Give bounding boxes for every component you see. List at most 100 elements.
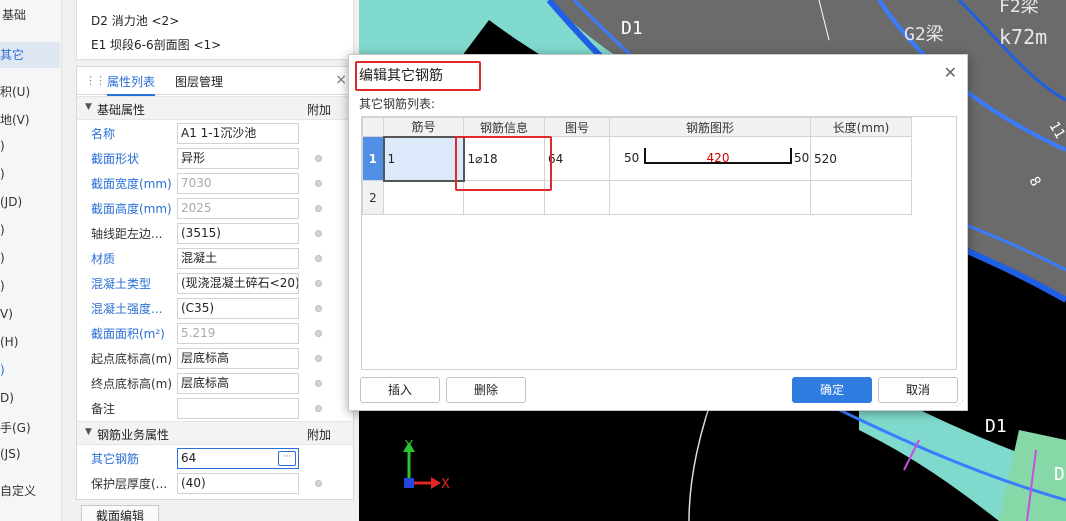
collapse-caret-icon[interactable]: ▼ (85, 102, 92, 112)
rebar-shape-cell[interactable] (609, 180, 811, 215)
nav-item[interactable]: 手(G) (0, 419, 31, 436)
insert-button[interactable]: 插入 (360, 377, 440, 403)
close-icon[interactable]: ✕ (944, 63, 957, 82)
bar-no-cell[interactable] (383, 180, 464, 215)
group-extra-label: 附加 (307, 103, 332, 117)
nav-item[interactable]: ) (0, 223, 5, 237)
prop-value[interactable]: 7030 (177, 173, 299, 194)
attach-checkbox[interactable] (315, 355, 322, 362)
attach-checkbox[interactable] (315, 180, 322, 187)
attach-checkbox[interactable] (315, 205, 322, 212)
prop-label: 起点底标高(m) (91, 352, 173, 366)
cad-label: D1 (621, 18, 643, 39)
nav-item[interactable]: ) (0, 279, 5, 293)
section-edit-button[interactable]: 截面编辑 (81, 505, 159, 521)
nav-item-active[interactable]: 其它 (0, 42, 60, 68)
prop-label: 混凝土类型 (91, 277, 152, 291)
prop-row-other-rebar: 其它钢筋 64 ··· (77, 446, 353, 471)
prop-value: 64 (181, 451, 197, 465)
attach-checkbox[interactable] (315, 480, 322, 487)
prop-label: 保护层厚度(... (91, 477, 168, 491)
prop-label: 备注 (91, 402, 116, 416)
nav-item[interactable]: 积(U) (0, 83, 30, 100)
length-cell[interactable]: 520 (810, 136, 912, 181)
prop-label: 截面宽度(mm) (91, 177, 172, 191)
prop-row: 截面面积(m²) 5.219 (77, 321, 353, 346)
nav-item[interactable]: D) (0, 391, 14, 405)
cad-label: F2梁 (999, 0, 1039, 17)
prop-value[interactable]: 2025 (177, 198, 299, 219)
prop-value[interactable]: 层底标高 (177, 373, 299, 394)
group-basic-properties[interactable]: ▼ 基础属性 附加 (77, 96, 353, 120)
tab-property-list[interactable]: 属性列表 (107, 73, 156, 96)
other-rebar-field[interactable]: 64 ··· (177, 448, 299, 469)
highlight-box (355, 61, 481, 91)
tree-item[interactable]: E1 坝段6-6剖面图 <1> (91, 36, 221, 53)
attach-checkbox[interactable] (315, 305, 322, 312)
prop-row: 终点底标高(m) 层底标高 (77, 371, 353, 396)
attach-checkbox[interactable] (315, 155, 322, 162)
rebar-shape-cell[interactable]: 50 420 50 (609, 136, 811, 181)
nav-item[interactable]: (JS) (0, 447, 21, 461)
column-header[interactable]: 图号 (544, 117, 610, 137)
collapse-caret-icon[interactable]: ▼ (85, 427, 92, 437)
prop-value[interactable]: 5.219 (177, 323, 299, 344)
axis-origin-icon (404, 478, 414, 488)
dialog-subtitle: 其它钢筋列表: (359, 97, 436, 111)
axis-x-label: X (441, 477, 450, 492)
left-nav: 基础 其它 积(U) 地(V) ) ) (JD) ) ) ) V) (H) ) … (0, 0, 62, 521)
bar-no-cell[interactable]: 1 (382, 135, 465, 182)
nav-item[interactable]: ) (0, 139, 5, 153)
figure-no-cell[interactable] (544, 180, 610, 215)
column-header[interactable]: 筋号 (383, 117, 464, 137)
nav-item[interactable]: 自定义 (0, 482, 36, 499)
prop-row: 截面高度(mm) 2025 (77, 196, 353, 221)
column-header[interactable]: 长度(mm) (810, 117, 912, 137)
prop-value[interactable]: 层底标高 (177, 348, 299, 369)
component-tree: D2 消力池 <2> E1 坝段6-6剖面图 <1> (76, 0, 354, 60)
prop-value[interactable]: (现浇混凝土碎石<20) (177, 273, 299, 294)
nav-item[interactable]: ) (0, 251, 5, 265)
attach-checkbox[interactable] (315, 405, 322, 412)
nav-item[interactable]: (JD) (0, 195, 22, 209)
properties-tabs: ⋮⋮ 属性列表 图层管理 × (77, 67, 353, 96)
row-number[interactable]: 1 (362, 136, 384, 181)
rebar-grid: 筋号 钢筋信息 图号 钢筋图形 长度(mm) 1 1 1⌀18 64 50 42… (361, 116, 957, 370)
figure-no-cell[interactable]: 64 (544, 136, 610, 181)
drag-handle-icon[interactable]: ⋮⋮ (85, 74, 106, 87)
tree-item[interactable]: D2 消力池 <2> (91, 12, 179, 29)
ok-button[interactable]: 确定 (792, 377, 872, 403)
nav-item[interactable]: (H) (0, 335, 18, 349)
delete-button[interactable]: 删除 (446, 377, 526, 403)
column-header[interactable]: 钢筋信息 (463, 117, 545, 137)
prop-value[interactable]: (C35) (177, 298, 299, 319)
nav-item[interactable]: 地(V) (0, 111, 30, 128)
prop-value[interactable]: A1 1-1沉沙池 (177, 123, 299, 144)
prop-value[interactable] (177, 398, 299, 419)
attach-checkbox[interactable] (315, 255, 322, 262)
nav-item[interactable]: 基础 (2, 6, 26, 23)
cancel-button[interactable]: 取消 (878, 377, 958, 403)
column-header[interactable]: 钢筋图形 (609, 117, 811, 137)
prop-label: 截面高度(mm) (91, 202, 172, 216)
attach-checkbox[interactable] (315, 330, 322, 337)
nav-item[interactable]: V) (0, 307, 13, 321)
prop-value[interactable]: (3515) (177, 223, 299, 244)
prop-value[interactable]: (40) (177, 473, 299, 494)
attach-checkbox[interactable] (315, 280, 322, 287)
group-rebar-properties[interactable]: ▼ 钢筋业务属性 附加 (77, 421, 353, 445)
attach-checkbox[interactable] (315, 380, 322, 387)
prop-label: 截面形状 (91, 152, 140, 166)
prop-value[interactable]: 混凝土 (177, 248, 299, 269)
attach-checkbox[interactable] (315, 230, 322, 237)
nav-item[interactable]: ) (0, 167, 5, 181)
tab-layer-management[interactable]: 图层管理 (175, 73, 223, 90)
prop-label: 轴线距左边... (91, 227, 163, 241)
row-number[interactable]: 2 (362, 180, 384, 215)
close-icon[interactable]: × (335, 72, 347, 88)
prop-value[interactable]: 异形 (177, 148, 299, 169)
resize-grip-icon[interactable]: ⋰ (956, 399, 964, 408)
length-cell[interactable] (810, 180, 912, 215)
nav-item[interactable]: ) (0, 363, 5, 377)
ellipsis-button[interactable]: ··· (278, 451, 296, 466)
